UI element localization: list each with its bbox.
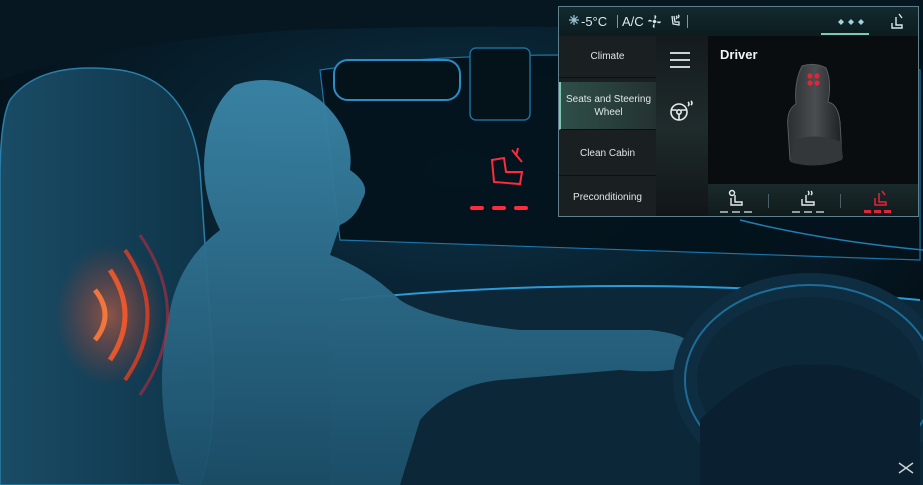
seat-massage-icon [874, 190, 887, 206]
seat-ventilation-button[interactable] [712, 187, 760, 215]
snowflake-icon [569, 15, 579, 25]
seat-massage-button[interactable] [854, 187, 902, 215]
sidebar-item-clean-cabin[interactable]: Clean Cabin [559, 132, 656, 176]
divider [687, 15, 688, 28]
menu-icon[interactable] [670, 52, 690, 68]
settings-sidebar: Climate Seats and Steering Wheel Clean C… [559, 36, 656, 216]
seat-heating-button[interactable] [784, 187, 832, 215]
outside-temperature: -5°C [581, 14, 608, 29]
seat-ventilation-icon [728, 189, 743, 206]
divider [617, 15, 618, 28]
fan-icon[interactable] [647, 14, 662, 29]
ds-logo-icon [898, 462, 914, 474]
heated-steering-wheel-icon[interactable] [670, 100, 694, 122]
sidebar-item-climate[interactable]: Climate [559, 36, 656, 78]
seat-function-bar [708, 184, 918, 216]
level-indicator [792, 211, 824, 213]
infotainment-screen: -5°C A/C Climate Seats and Steering Whee… [558, 6, 919, 217]
sidebar-item-seats-and-steering-wheel[interactable]: Seats and Steering Wheel [559, 82, 656, 130]
seat-profile-icon[interactable] [889, 13, 905, 30]
active-level-indicator [864, 210, 892, 213]
level-indicator [720, 211, 752, 213]
panel-title: Driver [720, 47, 758, 62]
sub-menu-column [656, 36, 708, 216]
sidebar-item-preconditioning[interactable]: Preconditioning [559, 178, 656, 216]
seat-airflow-icon[interactable] [667, 13, 683, 29]
seat-heating-icon [801, 190, 815, 206]
divider [768, 194, 769, 208]
driver-seat-image [787, 63, 843, 166]
divider [840, 194, 841, 208]
sidebar-item-label: Preconditioning [573, 191, 642, 203]
status-bar: -5°C A/C [559, 7, 918, 37]
sidebar-item-label: Climate [590, 51, 625, 62]
ac-button[interactable]: A/C [622, 14, 644, 29]
sidebar-item-label: Seats and Steering Wheel [565, 93, 652, 118]
sidebar-item-label: Clean Cabin [579, 148, 636, 159]
active-page-underline [821, 33, 869, 35]
page-indicator [838, 19, 864, 25]
